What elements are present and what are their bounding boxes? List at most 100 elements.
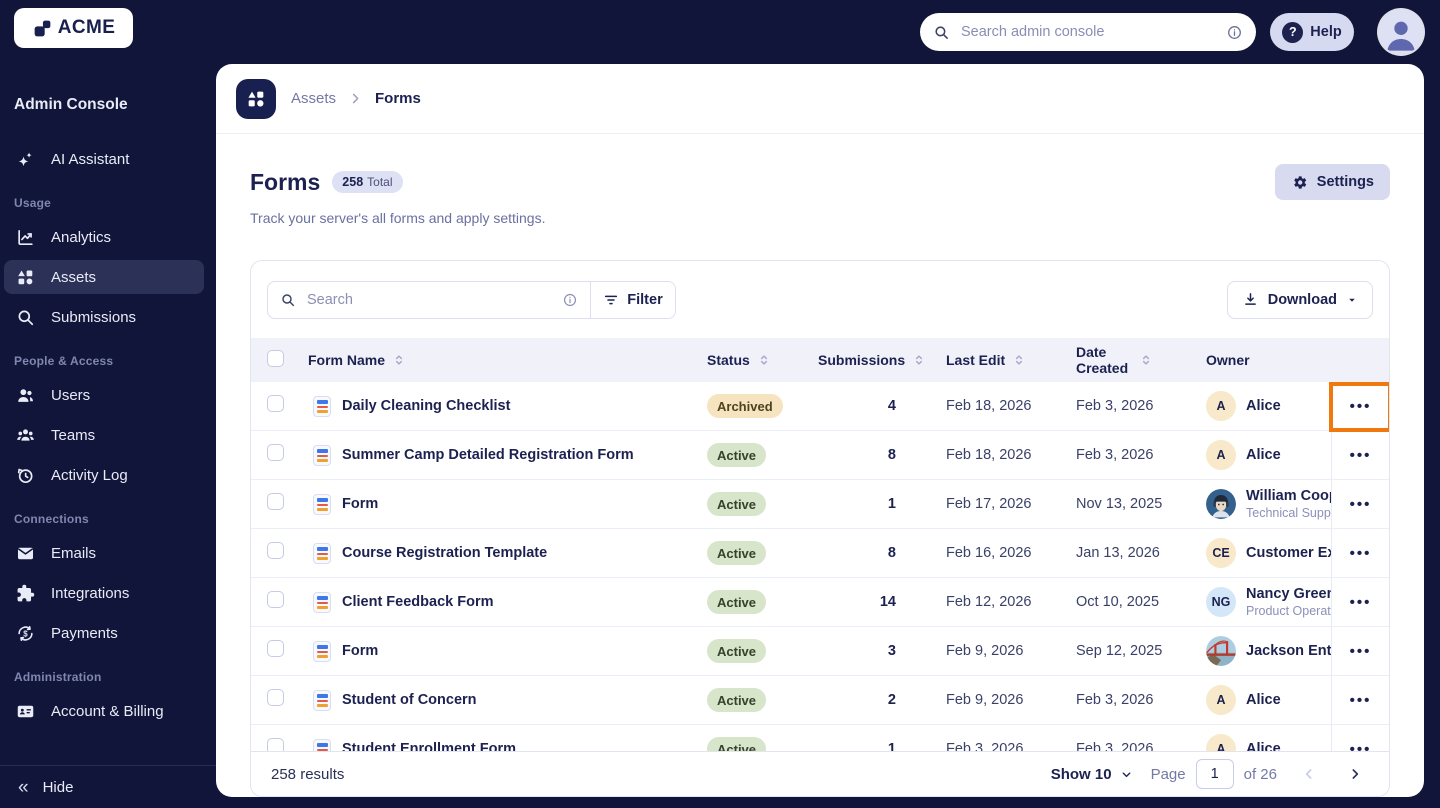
sidebar-section-usage: Usage Analytics Assets Submissions — [4, 196, 204, 334]
filter-button[interactable]: Filter — [591, 281, 675, 318]
table-search-input[interactable] — [305, 290, 553, 309]
breadcrumb: Assets Forms — [216, 64, 1424, 134]
settings-button[interactable]: Settings — [1274, 164, 1390, 200]
sidebar-item-payments[interactable]: $ Payments — [4, 616, 204, 650]
sidebar-item-teams[interactable]: Teams — [4, 418, 204, 452]
section-title: Connections — [14, 512, 89, 526]
form-name: Course Registration Template — [342, 545, 548, 561]
gear-icon — [1291, 174, 1308, 191]
sidebar-section-connections: Connections Emails Integrations $ Paymen… — [4, 512, 204, 650]
row-actions-button[interactable]: ••• — [1344, 692, 1378, 709]
owner-name: Customer Experience — [1246, 544, 1331, 561]
owner-subtitle: Product Operations — [1246, 603, 1331, 618]
date-created: Feb 3, 2026 — [1076, 398, 1154, 414]
chevron-down-icon — [1346, 294, 1358, 306]
last-edit-date: Feb 17, 2026 — [946, 496, 1032, 512]
row-actions-button[interactable]: ••• — [1344, 398, 1378, 415]
sidebar-item-analytics[interactable]: Analytics — [4, 220, 204, 254]
row-actions-button[interactable]: ••• — [1344, 545, 1378, 562]
submissions-count: 2 — [887, 692, 896, 708]
page-number-input[interactable] — [1195, 759, 1234, 789]
select-all-checkbox[interactable] — [267, 350, 284, 367]
owner-avatar — [1206, 636, 1236, 666]
owner-avatar: A — [1206, 391, 1236, 421]
column-header-status[interactable]: Status — [707, 352, 818, 368]
sidebar-item-submissions[interactable]: Submissions — [4, 300, 204, 334]
sort-icon[interactable] — [912, 353, 926, 367]
info-icon[interactable] — [1226, 24, 1243, 41]
owner-cell: Jackson Enterprises — [1206, 627, 1331, 675]
form-name-cell: Form — [308, 493, 707, 515]
row-checkbox[interactable] — [267, 444, 284, 461]
last-edit-date: Feb 9, 2026 — [946, 692, 1024, 708]
admin-search[interactable] — [920, 13, 1256, 51]
row-checkbox[interactable] — [267, 689, 284, 706]
sidebar-item-label: Analytics — [51, 228, 112, 246]
form-name: Summer Camp Detailed Registration Form — [342, 447, 634, 463]
search-icon — [16, 308, 35, 327]
page-size-select[interactable]: Show 10 — [1051, 766, 1133, 783]
form-name-cell: Summer Camp Detailed Registration Form — [308, 444, 707, 466]
topbar: ? Help — [216, 0, 1440, 64]
sort-icon[interactable] — [1012, 353, 1026, 367]
submissions-count: 8 — [887, 545, 896, 561]
page-subtitle: Track your server's all forms and apply … — [250, 210, 546, 226]
sidebar-item-users[interactable]: Users — [4, 378, 204, 412]
hide-sidebar-button[interactable]: « Hide — [0, 765, 216, 808]
owner-subtitle: Technical Support — [1246, 505, 1331, 520]
next-page-button[interactable] — [1341, 766, 1369, 782]
owner-cell: William CooperTechnical Support — [1206, 480, 1331, 528]
sidebar-section-people-access: People & Access Users Teams Activity Log — [4, 354, 204, 492]
sidebar-item-integrations[interactable]: Integrations — [4, 576, 204, 610]
owner-name: Alice — [1246, 397, 1281, 414]
user-avatar[interactable] — [1379, 10, 1423, 54]
sparkles-icon — [16, 150, 35, 169]
row-checkbox[interactable] — [267, 493, 284, 510]
sort-icon[interactable] — [757, 353, 771, 367]
row-checkbox[interactable] — [267, 542, 284, 559]
column-header-last-edit[interactable]: Last Edit — [946, 352, 1076, 368]
download-button[interactable]: Download — [1226, 280, 1373, 319]
row-checkbox[interactable] — [267, 591, 284, 608]
puzzle-icon — [16, 584, 35, 603]
help-button[interactable]: ? Help — [1270, 13, 1354, 51]
status-badge: Active — [707, 443, 767, 467]
table-search[interactable] — [268, 282, 590, 318]
admin-search-input[interactable] — [959, 23, 1217, 41]
row-actions-button[interactable]: ••• — [1344, 447, 1378, 464]
row-actions-button[interactable]: ••• — [1344, 594, 1378, 611]
last-edit-date: Feb 18, 2026 — [946, 447, 1032, 463]
info-icon[interactable] — [562, 292, 578, 308]
sidebar-item-account-billing[interactable]: Account & Billing — [4, 694, 204, 728]
column-header-date-created[interactable]: Date Created — [1076, 344, 1206, 376]
row-actions-button[interactable]: ••• — [1344, 496, 1378, 513]
previous-page-button[interactable] — [1295, 766, 1323, 782]
column-header-form-name[interactable]: Form Name — [308, 352, 707, 368]
owner-avatar — [1206, 489, 1236, 519]
sidebar-item-activity-log[interactable]: Activity Log — [4, 458, 204, 492]
sidebar-item-emails[interactable]: Emails — [4, 536, 204, 570]
form-name: Form — [342, 496, 379, 512]
breadcrumb-assets-link[interactable]: Assets — [291, 90, 336, 107]
sort-icon[interactable] — [392, 353, 406, 367]
sidebar-section-administration: Administration Account & Billing — [4, 670, 204, 728]
row-checkbox[interactable] — [267, 640, 284, 657]
breadcrumb-current: Forms — [375, 90, 421, 107]
table-row: Form Active 1 Feb 17, 2026 Nov 13, 2025 … — [251, 480, 1389, 529]
submissions-count: 14 — [879, 594, 896, 610]
sidebar-item-assets[interactable]: Assets — [4, 260, 204, 294]
form-icon — [313, 640, 331, 662]
sidebar-item-ai-assistant[interactable]: AI Assistant — [4, 142, 204, 176]
sidebar-item-label: AI Assistant — [51, 150, 130, 168]
row-actions-button[interactable]: ••• — [1344, 643, 1378, 660]
status-badge: Active — [707, 492, 767, 516]
hide-label: Hide — [42, 778, 74, 796]
sort-icon[interactable] — [1139, 353, 1153, 367]
search-icon — [933, 24, 950, 41]
column-header-submissions[interactable]: Submissions — [818, 352, 946, 368]
row-checkbox[interactable] — [267, 395, 284, 412]
chevron-right-icon — [348, 91, 363, 106]
acme-logo[interactable]: ACME — [14, 8, 133, 48]
table-row: Summer Camp Detailed Registration Form A… — [251, 431, 1389, 480]
table-row: Student of Concern Active 2 Feb 9, 2026 … — [251, 676, 1389, 725]
